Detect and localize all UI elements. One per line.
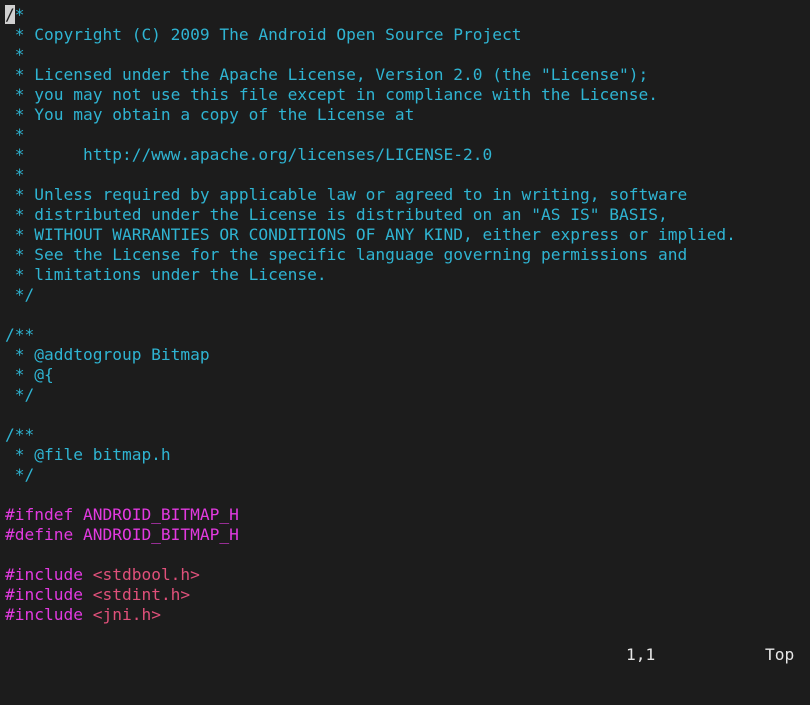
scroll-position: Top (765, 645, 795, 664)
comment-text: * Licensed under the Apache License, Ver… (5, 65, 649, 84)
code-line: * @file bitmap.h (0, 445, 810, 465)
include-directive: #include (5, 605, 93, 624)
comment-text: * http://www.apache.org/licenses/LICENSE… (5, 145, 493, 164)
comment-text: * (5, 45, 25, 64)
comment-text: * @{ (5, 365, 54, 384)
comment-text: */ (5, 285, 35, 304)
include-directive: #include (5, 565, 93, 584)
comment-text: /** (5, 325, 35, 344)
code-line: * WITHOUT WARRANTIES OR CONDITIONS OF AN… (0, 225, 810, 245)
code-line: #ifndef ANDROID_BITMAP_H (0, 505, 810, 525)
comment-text: * (5, 165, 25, 184)
comment-text: * (14, 5, 25, 24)
comment-text: * Copyright (C) 2009 The Android Open So… (5, 25, 522, 44)
code-line: * You may obtain a copy of the License a… (0, 105, 810, 125)
code-line: * (0, 45, 810, 65)
code-line: /** (0, 425, 810, 445)
comment-text: * @file bitmap.h (5, 445, 171, 464)
code-line: #define ANDROID_BITMAP_H (0, 525, 810, 545)
code-line: * distributed under the License is distr… (0, 205, 810, 225)
code-line: /* (0, 5, 810, 25)
vim-editor-buffer[interactable]: /* * Copyright (C) 2009 The Android Open… (0, 5, 810, 625)
comment-text: * @addtogroup Bitmap (5, 345, 210, 364)
comment-text: * limitations under the License. (5, 265, 327, 284)
code-line: * @addtogroup Bitmap (0, 345, 810, 365)
comment-text: * You may obtain a copy of the License a… (5, 105, 415, 124)
include-header-path: <stdbool.h> (92, 565, 200, 584)
code-line: */ (0, 385, 810, 405)
cursor-position: 1,1 (626, 645, 656, 664)
code-line: #include <jni.h> (0, 605, 810, 625)
code-line: * Unless required by applicable law or a… (0, 185, 810, 205)
comment-text: /** (5, 425, 35, 444)
comment-text: * WITHOUT WARRANTIES OR CONDITIONS OF AN… (5, 225, 736, 244)
preprocessor-text: #define ANDROID_BITMAP_H (5, 525, 239, 544)
comment-text: * distributed under the License is distr… (5, 205, 668, 224)
vim-ruler: 1,1 Top (0, 645, 810, 665)
include-header-path: <jni.h> (92, 605, 161, 624)
code-line: * Copyright (C) 2009 The Android Open So… (0, 25, 810, 45)
comment-text: */ (5, 465, 35, 484)
code-line: #include <stdbool.h> (0, 565, 810, 585)
code-line: * you may not use this file except in co… (0, 85, 810, 105)
code-line: * (0, 125, 810, 145)
include-header-path: <stdint.h> (92, 585, 191, 604)
code-line: * @{ (0, 365, 810, 385)
code-line: * limitations under the License. (0, 265, 810, 285)
preprocessor-text: #ifndef ANDROID_BITMAP_H (5, 505, 239, 524)
code-line: */ (0, 285, 810, 305)
comment-text: * See the License for the specific langu… (5, 245, 688, 264)
code-line: * Licensed under the Apache License, Ver… (0, 65, 810, 85)
comment-text: */ (5, 385, 35, 404)
code-line: #include <stdint.h> (0, 585, 810, 605)
code-line: /** (0, 325, 810, 345)
code-line: */ (0, 465, 810, 485)
include-directive: #include (5, 585, 93, 604)
comment-text: * you may not use this file except in co… (5, 85, 658, 104)
code-line: * (0, 165, 810, 185)
comment-text: * (5, 125, 25, 144)
comment-text: * Unless required by applicable law or a… (5, 185, 688, 204)
code-line: * http://www.apache.org/licenses/LICENSE… (0, 145, 810, 165)
code-line: * See the License for the specific langu… (0, 245, 810, 265)
text-cursor: / (5, 5, 15, 24)
